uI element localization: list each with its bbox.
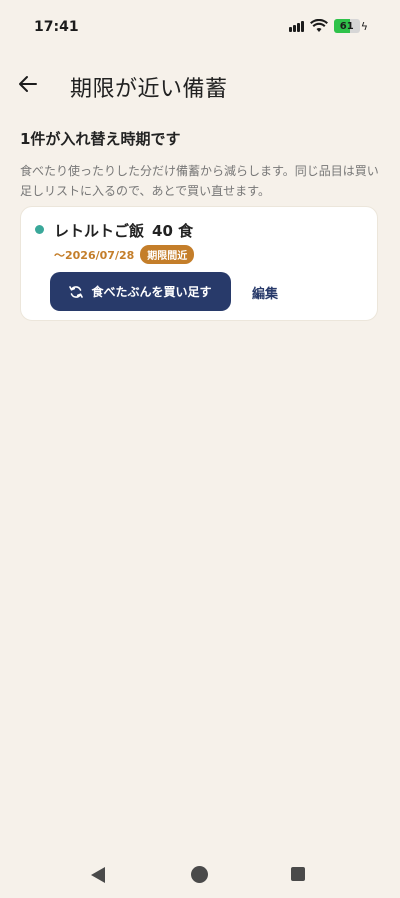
- item-name: レトルトご飯: [54, 222, 145, 240]
- status-icons: 61 ϟ: [288, 19, 368, 33]
- expiry-date: 〜2026/07/28: [54, 248, 135, 262]
- expiry-row: 〜2026/07/28 期限間近: [54, 245, 195, 264]
- nav-recents-icon[interactable]: [291, 867, 305, 881]
- battery-level: 61: [339, 20, 354, 32]
- page-title: 期限が近い備蓄: [70, 77, 228, 102]
- battery-icon: 61 ϟ: [333, 19, 368, 33]
- restock-button-label: 食べたぶんを買い足す: [91, 285, 212, 299]
- app-bar: 期限が近い備蓄: [0, 64, 400, 108]
- refresh-icon: [69, 285, 84, 298]
- nav-back-icon[interactable]: [91, 867, 105, 883]
- wifi-icon: [309, 19, 328, 32]
- status-bar: 17:41 61 ϟ: [0, 0, 400, 54]
- edit-button[interactable]: 編集: [252, 283, 278, 302]
- charging-icon: ϟ: [360, 19, 368, 33]
- arrow-left-icon: [19, 76, 37, 92]
- stock-item-card: レトルトご飯 40 食 〜2026/07/28 期限間近 食べたぶんを買い足す 編…: [20, 206, 378, 321]
- status-badge: 期限間近: [140, 245, 195, 264]
- summary-heading: 1件が入れ替え時期です: [20, 130, 181, 148]
- summary-section: 1件が入れ替え時期です 食べたり使ったりした分だけ備蓄から減らします。同じ品目は…: [20, 128, 382, 201]
- system-nav-bar: [0, 852, 400, 898]
- nav-home-icon[interactable]: [191, 866, 208, 883]
- restock-button[interactable]: 食べたぶんを買い足す: [50, 272, 231, 311]
- item-title: レトルトご飯 40 食: [54, 220, 193, 241]
- summary-description: 食べたり使ったりした分だけ備蓄から減らします。同じ品目は買い足しリストに入るので…: [20, 164, 379, 198]
- item-quantity: 40 食: [152, 222, 194, 240]
- status-dot: [35, 225, 44, 234]
- signal-icon: [288, 20, 304, 32]
- back-button[interactable]: [14, 70, 42, 98]
- status-time: 17:41: [34, 19, 79, 35]
